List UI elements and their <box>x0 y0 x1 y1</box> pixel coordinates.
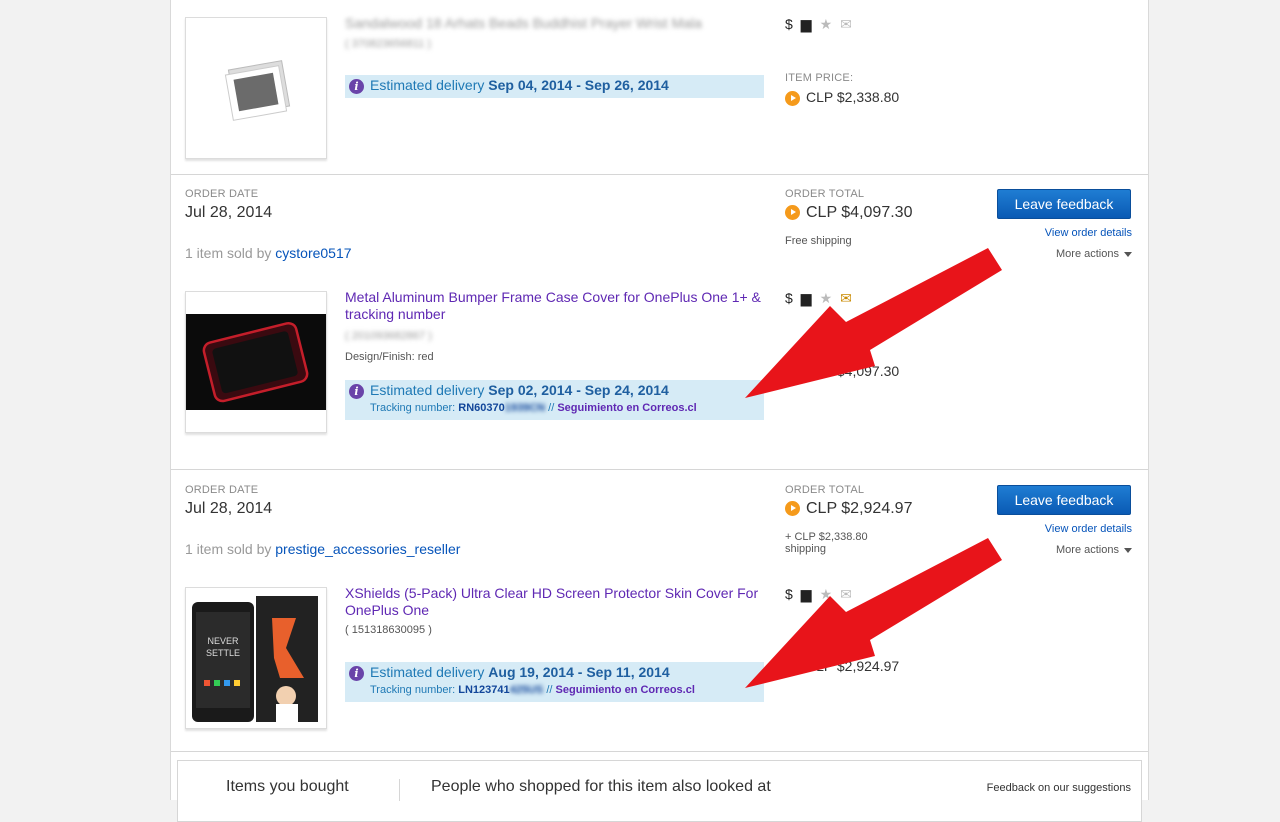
annotation-arrow-bottom <box>745 538 1002 688</box>
annotation-arrows <box>745 248 1002 688</box>
annotation-arrow-top <box>745 248 1002 398</box>
